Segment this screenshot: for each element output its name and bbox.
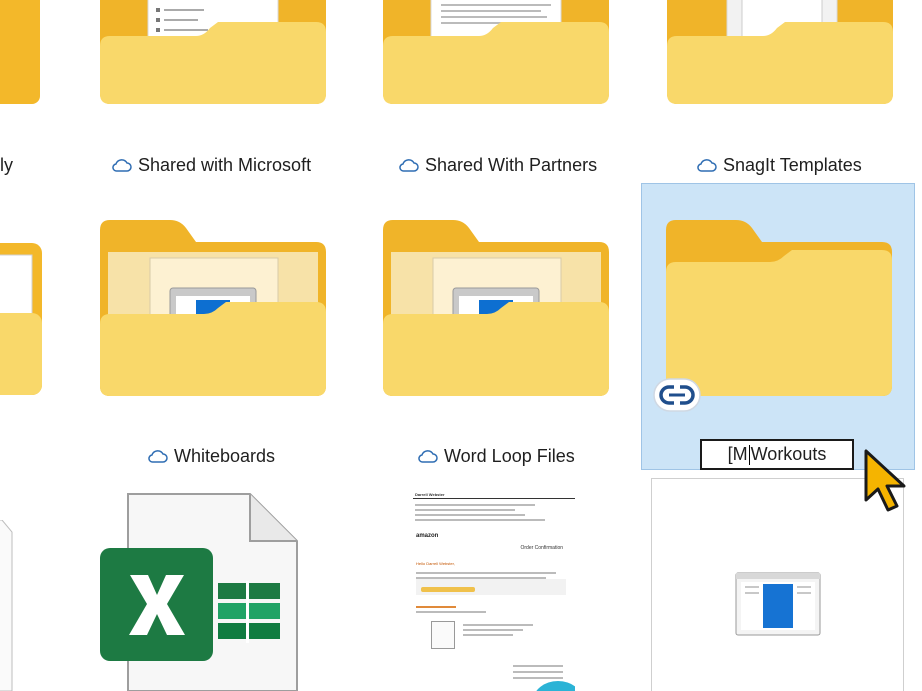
app-window-icon	[735, 572, 821, 636]
link-icon	[653, 378, 701, 412]
email-order-button	[421, 587, 475, 592]
email-header-rule	[413, 498, 575, 499]
cloud-icon	[112, 159, 132, 172]
cloud-icon	[697, 159, 717, 172]
cloud-icon	[418, 450, 438, 463]
email-header: Darrell Webster	[415, 492, 445, 497]
cursor-arrow-icon	[864, 449, 906, 512]
folder-shared-with-microsoft[interactable]	[100, 0, 326, 106]
email-order-title: Order Confirmation	[520, 545, 563, 551]
excel-file-icon[interactable]	[100, 493, 300, 691]
email-details-lines	[416, 603, 566, 616]
cloud-icon	[148, 450, 168, 463]
email-meta	[415, 501, 555, 524]
rename-text-after-caret: Workouts	[750, 444, 827, 464]
folder-partial-left-middle[interactable]	[0, 243, 42, 397]
email-product-image	[431, 621, 455, 649]
folder-snagit-templates[interactable]	[667, 0, 893, 106]
cloud-icon	[399, 159, 419, 172]
email-totals	[513, 661, 568, 683]
text-caret	[748, 445, 750, 466]
folder-word-loop-files[interactable]	[383, 218, 609, 398]
amazon-logo: amazon	[416, 533, 439, 539]
email-greeting: Hello Darrell Webster,	[416, 561, 455, 566]
rename-text-before-caret: [M	[727, 444, 748, 464]
rename-input[interactable]: [M Workouts	[700, 439, 854, 470]
email-file-preview[interactable]: Darrell Webster amazon Order Confirmatio…	[413, 491, 575, 691]
folder-shared-with-partners[interactable]	[383, 0, 609, 106]
file-partial-left-bottom[interactable]	[0, 520, 14, 691]
folder-label-partial: ly	[0, 155, 13, 175]
folder-label-word-loop-files: Word Loop Files	[418, 444, 575, 468]
folder-whiteboards[interactable]	[100, 218, 326, 398]
folder-workouts[interactable]	[666, 218, 892, 398]
folder-partial-left-top[interactable]	[0, 0, 42, 106]
email-product-lines	[463, 621, 563, 639]
folder-label-whiteboards: Whiteboards	[148, 444, 275, 468]
folder-label-shared-with-partners: Shared With Partners	[399, 153, 597, 177]
folder-label-shared-with-microsoft: Shared with Microsoft	[112, 153, 311, 177]
folder-label-snagit-templates: SnagIt Templates	[697, 153, 862, 177]
